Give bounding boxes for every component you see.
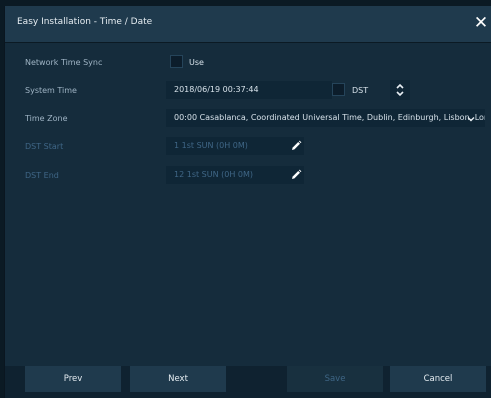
save-button: Save	[287, 366, 383, 392]
system-time-label: System Time	[25, 86, 77, 95]
network-time-sync-label: Network Time Sync	[25, 58, 103, 67]
prev-button[interactable]: Prev	[25, 366, 121, 392]
time-date-dialog: Easy Installation - Time / Date ✕ Networ…	[4, 6, 491, 398]
dst-label: DST	[352, 86, 369, 95]
cancel-button[interactable]: Cancel	[390, 366, 486, 392]
close-icon[interactable]: ✕	[470, 12, 491, 34]
dialog-title: Easy Installation - Time / Date	[17, 17, 153, 27]
dst-start-field: 1 1st SUN (0H 0M)	[166, 137, 304, 155]
chevron-down-icon[interactable]	[390, 80, 410, 100]
dst-checkbox[interactable]	[332, 83, 345, 96]
dst-end-field: 12 1st SUN (0H 0M)	[166, 166, 304, 184]
pencil-icon[interactable]	[289, 168, 303, 182]
dialog-titlebar: Easy Installation - Time / Date ✕	[5, 6, 491, 43]
time-zone-select[interactable]: 00:00 Casablanca, Coordinated Universal …	[166, 109, 485, 127]
system-time-spinner[interactable]	[390, 80, 410, 100]
pencil-icon[interactable]	[289, 139, 303, 153]
next-button[interactable]: Next	[130, 366, 226, 392]
dst-end-label: DST End	[25, 171, 59, 180]
dst-start-label: DST Start	[25, 142, 64, 151]
chevron-down-icon[interactable]	[467, 115, 475, 123]
network-time-sync-checkbox[interactable]	[170, 55, 183, 68]
network-time-sync-use-label: Use	[189, 58, 204, 67]
system-time-field[interactable]: 2018/06/19 00:37:44	[166, 81, 332, 99]
time-zone-label: Time Zone	[25, 114, 68, 123]
